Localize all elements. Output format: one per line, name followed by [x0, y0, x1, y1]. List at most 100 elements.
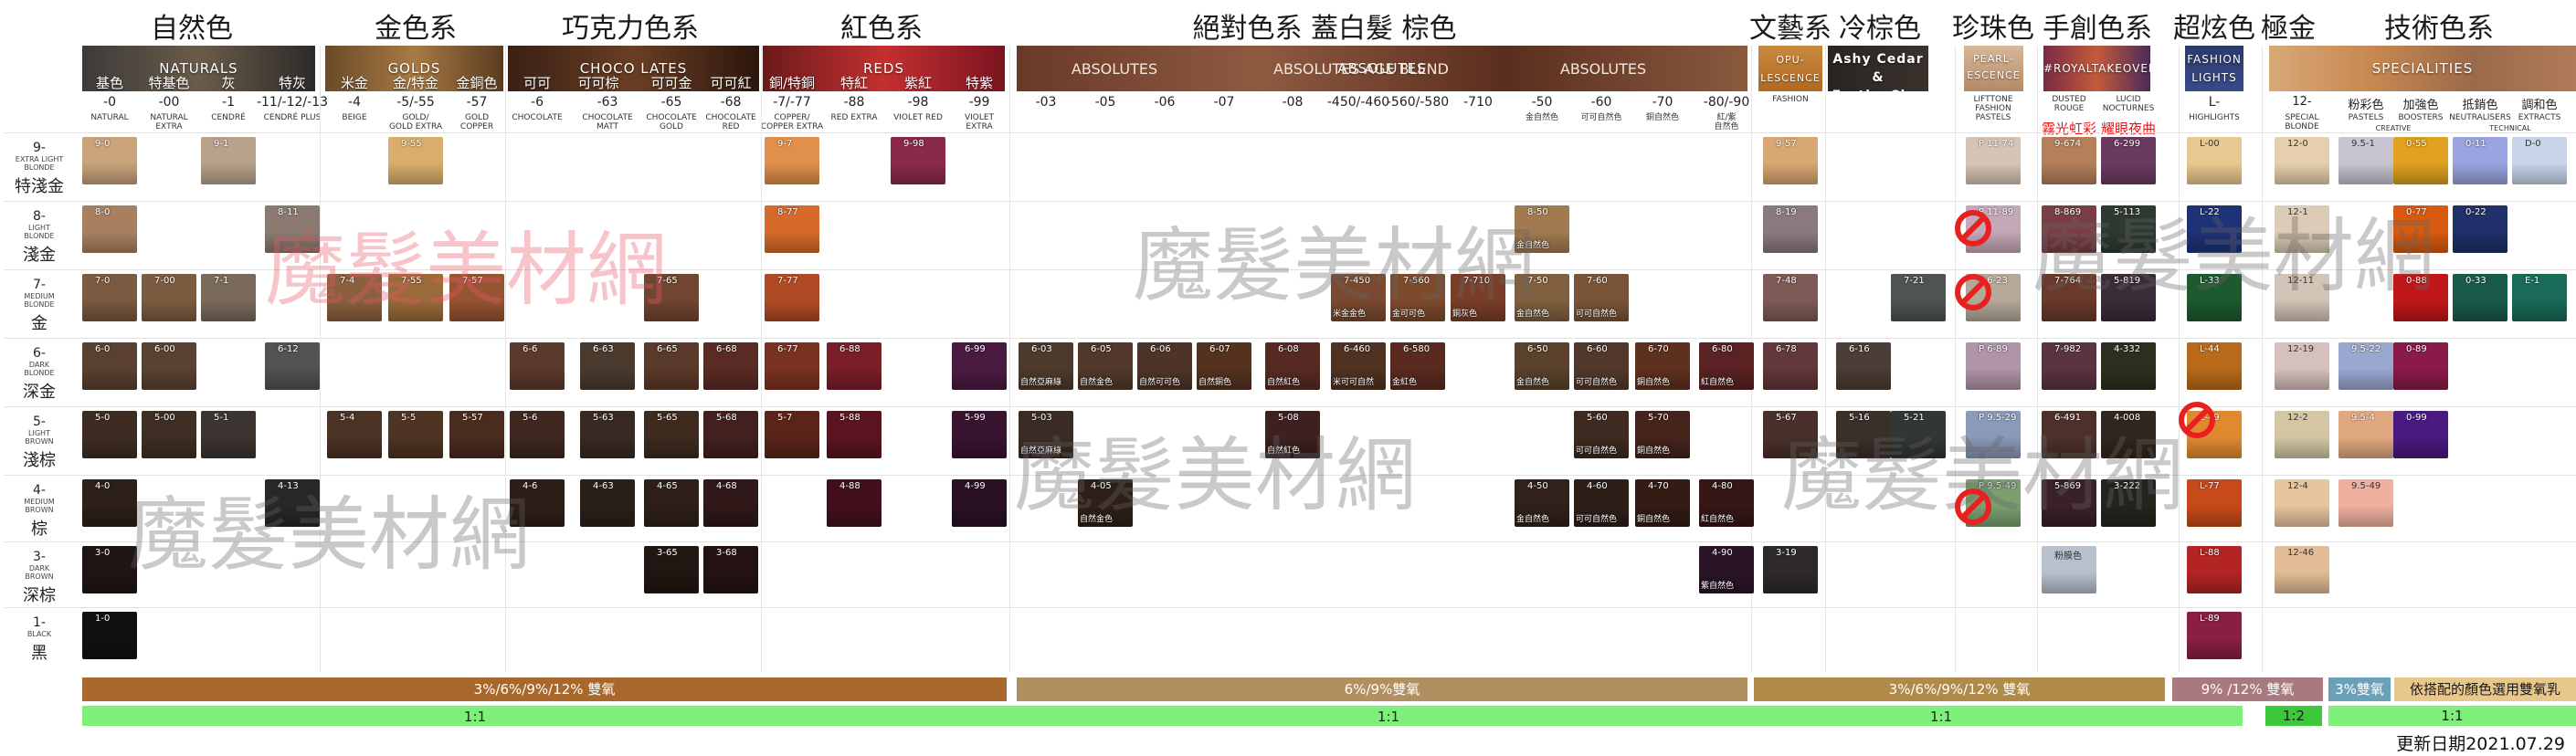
color-swatch[interactable]: 7-450 米金金色: [1331, 274, 1386, 321]
color-swatch[interactable]: 8-869: [2042, 205, 2096, 253]
color-swatch[interactable]: 3-65: [644, 546, 699, 593]
color-swatch[interactable]: 6-50 金自然色: [1515, 342, 1569, 390]
color-swatch[interactable]: 12-1: [2275, 205, 2329, 253]
color-swatch[interactable]: 0-89: [2393, 342, 2448, 390]
color-swatch[interactable]: 0-99: [2393, 411, 2448, 458]
color-swatch[interactable]: 6-65: [644, 342, 699, 390]
color-swatch[interactable]: 6-16: [1836, 342, 1891, 390]
color-swatch[interactable]: P 9.5-29: [1966, 411, 2021, 458]
color-swatch[interactable]: 9-674: [2042, 137, 2096, 184]
color-swatch[interactable]: 9-98: [891, 137, 945, 184]
color-swatch[interactable]: 8-19: [1763, 205, 1818, 253]
color-swatch[interactable]: 12-46: [2275, 546, 2329, 593]
color-swatch[interactable]: 5-819: [2101, 274, 2156, 321]
color-swatch[interactable]: L-88: [2187, 546, 2242, 593]
color-swatch[interactable]: 4-88: [827, 479, 882, 527]
color-swatch[interactable]: 3-222: [2101, 479, 2156, 527]
color-swatch[interactable]: 8-11: [265, 205, 320, 253]
color-swatch[interactable]: 5-67: [1763, 411, 1818, 458]
color-swatch[interactable]: 7-48: [1763, 274, 1818, 321]
color-swatch[interactable]: 7-4: [327, 274, 382, 321]
color-swatch[interactable]: 4-60 可可自然色: [1574, 479, 1629, 527]
color-swatch[interactable]: 5-6: [510, 411, 565, 458]
color-swatch[interactable]: 0-22: [2453, 205, 2507, 253]
color-swatch[interactable]: 5-08 自然紅色: [1265, 411, 1320, 458]
color-swatch[interactable]: 8-0: [82, 205, 137, 253]
color-swatch[interactable]: 4-90 紫自然色: [1699, 546, 1754, 593]
color-swatch[interactable]: 5-57: [449, 411, 504, 458]
color-swatch[interactable]: 4-13: [265, 479, 320, 527]
color-swatch[interactable]: 4-68: [703, 479, 758, 527]
color-swatch[interactable]: 7-77: [765, 274, 819, 321]
color-swatch[interactable]: 5-4: [327, 411, 382, 458]
color-swatch[interactable]: P 6-89: [1966, 342, 2021, 390]
color-swatch[interactable]: 4-008: [2101, 411, 2156, 458]
color-swatch[interactable]: 6-70 銅自然色: [1635, 342, 1690, 390]
color-swatch[interactable]: 6-07 自然銅色: [1197, 342, 1251, 390]
color-swatch[interactable]: 5-63: [580, 411, 635, 458]
color-swatch[interactable]: 6-06 自然可可色: [1137, 342, 1192, 390]
color-swatch[interactable]: 6-60 可可自然色: [1574, 342, 1629, 390]
color-swatch[interactable]: 5-0: [82, 411, 137, 458]
color-swatch[interactable]: 9-0: [82, 137, 137, 184]
color-swatch[interactable]: 7-710 銅灰色: [1451, 274, 1505, 321]
color-swatch[interactable]: 9-7: [765, 137, 819, 184]
color-swatch[interactable]: 4-0: [82, 479, 137, 527]
color-swatch[interactable]: 9.5-22: [2338, 342, 2393, 390]
color-swatch[interactable]: 4-99: [952, 479, 1007, 527]
color-swatch[interactable]: 3-0: [82, 546, 137, 593]
color-swatch[interactable]: 4-6: [510, 479, 565, 527]
color-swatch[interactable]: 9-57: [1763, 137, 1818, 184]
color-swatch[interactable]: 6-0: [82, 342, 137, 390]
color-swatch[interactable]: 0-88: [2393, 274, 2448, 321]
color-swatch[interactable]: 5-21: [1891, 411, 1946, 458]
color-swatch[interactable]: L-00: [2187, 137, 2242, 184]
color-swatch[interactable]: 7-50 金自然色: [1515, 274, 1569, 321]
color-swatch[interactable]: 6-03 自然亞麻綠: [1019, 342, 1073, 390]
color-swatch[interactable]: 5-5: [388, 411, 443, 458]
color-swatch[interactable]: 7-60 可可自然色: [1574, 274, 1629, 321]
color-swatch[interactable]: 6-77: [765, 342, 819, 390]
color-swatch[interactable]: 4-05 自然金色: [1078, 479, 1133, 527]
color-swatch[interactable]: 6-580 金紅色: [1390, 342, 1445, 390]
color-swatch[interactable]: 6-78: [1763, 342, 1818, 390]
color-swatch[interactable]: 6-05 自然金色: [1078, 342, 1133, 390]
color-swatch[interactable]: 5-60 可可自然色: [1574, 411, 1629, 458]
color-swatch[interactable]: 5-70 銅自然色: [1635, 411, 1690, 458]
color-swatch[interactable]: 7-57: [449, 274, 504, 321]
color-swatch[interactable]: 0-55: [2393, 137, 2448, 184]
color-swatch[interactable]: 4-332: [2101, 342, 2156, 390]
color-swatch[interactable]: 8-77: [765, 205, 819, 253]
color-swatch[interactable]: L-44: [2187, 342, 2242, 390]
color-swatch[interactable]: 1-0: [82, 612, 137, 659]
color-swatch[interactable]: 6-80 紅自然色: [1699, 342, 1754, 390]
color-swatch[interactable]: 5-65: [644, 411, 699, 458]
color-swatch[interactable]: 7-560 金可可色: [1390, 274, 1445, 321]
color-swatch[interactable]: 5-00: [142, 411, 196, 458]
color-swatch[interactable]: L-77: [2187, 479, 2242, 527]
color-swatch[interactable]: 4-70 銅自然色: [1635, 479, 1690, 527]
color-swatch[interactable]: 6-68: [703, 342, 758, 390]
color-swatch[interactable]: 0-77: [2393, 205, 2448, 253]
color-swatch[interactable]: 12-0: [2275, 137, 2329, 184]
color-swatch[interactable]: 4-63: [580, 479, 635, 527]
color-swatch[interactable]: 5-03 自然亞麻綠: [1019, 411, 1073, 458]
color-swatch[interactable]: 7-21: [1891, 274, 1946, 321]
color-swatch[interactable]: 12-19: [2275, 342, 2329, 390]
color-swatch[interactable]: 7-55: [388, 274, 443, 321]
color-swatch[interactable]: 5-7: [765, 411, 819, 458]
color-swatch[interactable]: 6-00: [142, 342, 196, 390]
color-swatch[interactable]: 6-63: [580, 342, 635, 390]
color-swatch[interactable]: 5-869: [2042, 479, 2096, 527]
color-swatch[interactable]: 9-1: [201, 137, 256, 184]
color-swatch[interactable]: 4-50 金自然色: [1515, 479, 1569, 527]
color-swatch[interactable]: 6-88: [827, 342, 882, 390]
color-swatch[interactable]: 12-11: [2275, 274, 2329, 321]
color-swatch[interactable]: 5-88: [827, 411, 882, 458]
color-swatch[interactable]: 6-491: [2042, 411, 2096, 458]
color-swatch[interactable]: 9.5-1: [2338, 137, 2393, 184]
color-swatch[interactable]: 5-16: [1836, 411, 1891, 458]
color-swatch[interactable]: 6-299: [2101, 137, 2156, 184]
color-swatch[interactable]: 0-11: [2453, 137, 2507, 184]
color-swatch[interactable]: 8-50 金自然色: [1515, 205, 1569, 253]
